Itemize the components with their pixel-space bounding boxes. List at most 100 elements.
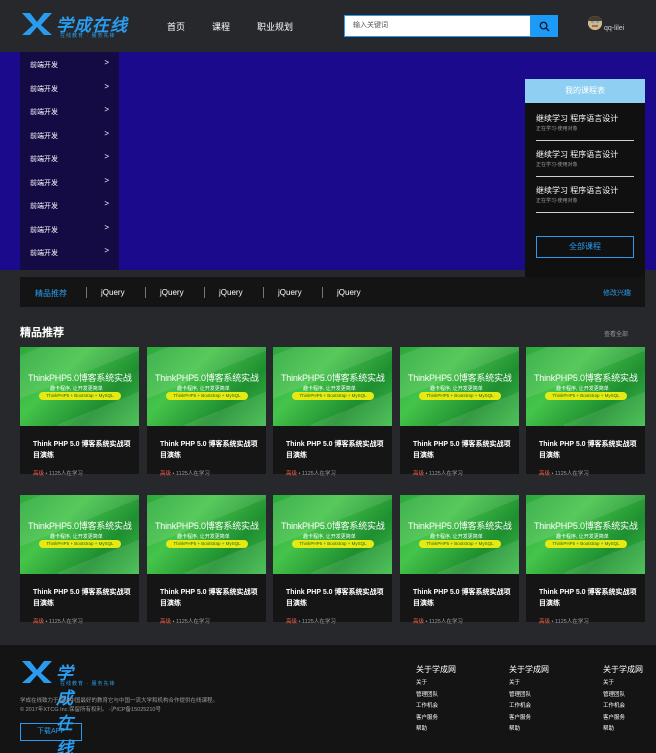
course-card[interactable]: ThinkPHP5.0博客系统实战 趣卡程序, 让开发更简单 ThinkPHP5 +… xyxy=(400,495,519,625)
course-meta: 高级 • 1125人在学习 xyxy=(413,617,463,625)
learner-count: • 1125人在学习 xyxy=(297,619,336,625)
thumbnail-title: ThinkPHP5.0博客系统实战 xyxy=(408,373,512,383)
side-menu-item[interactable]: 前端开发 > xyxy=(20,217,119,241)
footer-link[interactable]: 工作机会 xyxy=(509,701,559,713)
footer-link[interactable]: 工作机会 xyxy=(603,701,653,713)
course-thumbnail[interactable]: ThinkPHP5.0博客系统实战 趣卡程序, 让开发更简单 ThinkPHP5 +… xyxy=(147,347,266,426)
search-button[interactable] xyxy=(531,15,558,37)
footer-link[interactable]: 帮助 xyxy=(416,724,466,736)
course-thumbnail[interactable]: ThinkPHP5.0博客系统实战 趣卡程序, 让开发更简单 ThinkPHP5 +… xyxy=(273,495,392,574)
tab-jquery[interactable]: jQuery xyxy=(101,288,125,297)
footer-link[interactable]: 管理团队 xyxy=(509,690,559,702)
learner-count: • 1125人在学习 xyxy=(297,471,336,477)
chevron-right-icon: > xyxy=(104,58,109,67)
tab-divider xyxy=(204,287,205,298)
tab-jquery[interactable]: jQuery xyxy=(160,288,184,297)
side-menu-item[interactable]: 前端开发 > xyxy=(20,240,119,264)
course-card[interactable]: ThinkPHP5.0博客系统实战 趣卡程序, 让开发更简单 ThinkPHP5 +… xyxy=(147,347,266,477)
course-title[interactable]: Think PHP 5.0 博客系统实战项目演练 xyxy=(160,587,260,609)
download-app-button[interactable]: 下载APP xyxy=(20,723,82,741)
course-thumbnail[interactable]: ThinkPHP5.0博客系统实战 趣卡程序, 让开发更简单 ThinkPHP5 +… xyxy=(20,495,139,574)
footer-link[interactable]: 关于 xyxy=(416,678,466,690)
view-all-link[interactable]: 查看全部 xyxy=(604,329,628,338)
site-logo[interactable]: 学成在线 在线教育 · 服务先锋 xyxy=(20,11,130,41)
thumbnail-title: ThinkPHP5.0博客系统实战 xyxy=(155,373,259,383)
footer-link[interactable]: 管理团队 xyxy=(416,690,466,702)
side-menu-item[interactable]: 前端开发 > xyxy=(20,52,119,76)
footer-link[interactable]: 客户服务 xyxy=(509,713,559,725)
course-title[interactable]: Think PHP 5.0 博客系统实战项目演练 xyxy=(286,587,386,609)
course-card[interactable]: ThinkPHP5.0博客系统实战 趣卡程序, 让开发更简单 ThinkPHP5 +… xyxy=(526,495,645,625)
course-card[interactable]: ThinkPHP5.0博客系统实战 趣卡程序, 让开发更简单 ThinkPHP5 +… xyxy=(273,495,392,625)
side-menu-item[interactable]: 前端开发 > xyxy=(20,99,119,123)
course-thumbnail[interactable]: ThinkPHP5.0博客系统实战 趣卡程序, 让开发更简单 ThinkPHP5 +… xyxy=(400,347,519,426)
thumbnail-subtitle: 趣卡程序, 让开发更简单 xyxy=(430,534,483,540)
side-menu-item[interactable]: 前端开发 > xyxy=(20,76,119,100)
side-menu-item[interactable]: 前端开发 > xyxy=(20,193,119,217)
course-card[interactable]: ThinkPHP5.0博客系统实战 趣卡程序, 让开发更简单 ThinkPHP5 +… xyxy=(526,347,645,477)
site-footer: 学成在线 在线教育 · 服务先锋 学成在线致力于普及中国最好的教育它与中国一流大… xyxy=(0,645,656,753)
username[interactable]: qq-lilei xyxy=(604,25,624,32)
course-card[interactable]: ThinkPHP5.0博客系统实战 趣卡程序, 让开发更简单 ThinkPHP5 +… xyxy=(20,495,139,625)
side-menu-item[interactable]: 前端开发 > xyxy=(20,170,119,194)
footer-link[interactable]: 客户服务 xyxy=(603,713,653,725)
footer-link[interactable]: 客户服务 xyxy=(416,713,466,725)
tab-featured[interactable]: 精品推荐 xyxy=(35,288,67,299)
course-thumbnail[interactable]: ThinkPHP5.0博客系统实战 趣卡程序, 让开发更简单 ThinkPHP5 +… xyxy=(526,347,645,426)
footer-link[interactable]: 工作机会 xyxy=(416,701,466,713)
course-title[interactable]: Think PHP 5.0 博客系统实战项目演练 xyxy=(413,439,513,461)
thumbnail-tag: ThinkPHP5 + Bootstrap + MySQL xyxy=(166,392,248,400)
tab-jquery[interactable]: jQuery xyxy=(219,288,243,297)
avatar[interactable] xyxy=(588,16,602,30)
learner-count: • 1125人在学习 xyxy=(171,471,210,477)
thumbnail-title: ThinkPHP5.0博客系统实战 xyxy=(534,373,638,383)
course-thumbnail[interactable]: ThinkPHP5.0博客系统实战 趣卡程序, 让开发更简单 ThinkPHP5 +… xyxy=(273,347,392,426)
learner-count: • 1125人在学习 xyxy=(424,619,463,625)
footer-link[interactable]: 关于 xyxy=(603,678,653,690)
footer-link[interactable]: 关于 xyxy=(509,678,559,690)
tab-jquery[interactable]: jQuery xyxy=(337,288,361,297)
course-thumbnail[interactable]: ThinkPHP5.0博客系统实战 趣卡程序, 让开发更简单 ThinkPHP5 +… xyxy=(20,347,139,426)
course-level: 高级 xyxy=(160,619,172,625)
course-meta: 高级 • 1125人在学习 xyxy=(160,469,210,477)
chevron-right-icon: > xyxy=(104,152,109,161)
all-courses-button[interactable]: 全部课程 xyxy=(536,236,634,258)
course-title[interactable]: Think PHP 5.0 博客系统实战项目演练 xyxy=(286,439,386,461)
course-item[interactable]: 继续学习 程序语言设计 正在学习-使用对象 xyxy=(536,183,634,213)
course-level: 高级 xyxy=(539,619,551,625)
course-title[interactable]: Think PHP 5.0 博客系统实战项目演练 xyxy=(539,439,639,461)
course-title[interactable]: Think PHP 5.0 博客系统实战项目演练 xyxy=(539,587,639,609)
footer-link[interactable]: 帮助 xyxy=(603,724,653,736)
course-thumbnail[interactable]: ThinkPHP5.0博客系统实战 趣卡程序, 让开发更简单 ThinkPHP5 +… xyxy=(400,495,519,574)
chevron-right-icon: > xyxy=(104,128,109,138)
footer-link[interactable]: 帮助 xyxy=(509,724,559,736)
nav-courses[interactable]: 课程 xyxy=(212,20,230,33)
tab-jquery[interactable]: jQuery xyxy=(278,288,302,297)
course-item[interactable]: 继续学习 程序语言设计 正在学习-使用对象 xyxy=(536,111,634,141)
course-item[interactable]: 继续学习 程序语言设计 正在学习-使用对象 xyxy=(536,147,634,177)
course-title[interactable]: Think PHP 5.0 博客系统实战项目演练 xyxy=(160,439,260,461)
course-meta: 高级 • 1125人在学习 xyxy=(286,617,336,625)
course-title[interactable]: Think PHP 5.0 博客系统实战项目演练 xyxy=(33,587,133,609)
course-thumbnail[interactable]: ThinkPHP5.0博客系统实战 趣卡程序, 让开发更简单 ThinkPHP5 +… xyxy=(147,495,266,574)
course-card[interactable]: ThinkPHP5.0博客系统实战 趣卡程序, 让开发更简单 ThinkPHP5 +… xyxy=(273,347,392,477)
course-card[interactable]: ThinkPHP5.0博客系统实战 趣卡程序, 让开发更简单 ThinkPHP5 +… xyxy=(147,495,266,625)
tab-divider xyxy=(263,287,264,298)
footer-link[interactable]: 管理团队 xyxy=(603,690,653,702)
course-meta: 高级 • 1125人在学习 xyxy=(160,617,210,625)
thumbnail-tag: ThinkPHP5 + Bootstrap + MySQL xyxy=(39,392,121,400)
hero-banner: 前端开发 > 前端开发 > 前端开发 > 前端开发 > 前端开发 > 前端开发 > 前端开发… xyxy=(0,52,656,287)
side-menu-label: 前端开发 xyxy=(30,62,58,69)
course-thumbnail[interactable]: ThinkPHP5.0博客系统实战 趣卡程序, 让开发更简单 ThinkPHP5 +… xyxy=(526,495,645,574)
thumbnail-tag: ThinkPHP5 + Bootstrap + MySQL xyxy=(166,540,248,548)
course-title[interactable]: Think PHP 5.0 博客系统实战项目演练 xyxy=(33,439,133,461)
nav-career[interactable]: 职业规划 xyxy=(257,20,293,33)
nav-home[interactable]: 首页 xyxy=(167,20,185,33)
side-menu-item[interactable]: 前端开发 > xyxy=(20,146,119,170)
search-input[interactable]: 输入关键词 xyxy=(344,15,531,37)
course-card[interactable]: ThinkPHP5.0博客系统实战 趣卡程序, 让开发更简单 ThinkPHP5 +… xyxy=(20,347,139,477)
course-title[interactable]: Think PHP 5.0 博客系统实战项目演练 xyxy=(413,587,513,609)
course-card[interactable]: ThinkPHP5.0博客系统实战 趣卡程序, 让开发更简单 ThinkPHP5 +… xyxy=(400,347,519,477)
edit-interest-link[interactable]: 修改兴趣 xyxy=(603,288,631,298)
side-menu-item[interactable]: 前端开发 > xyxy=(20,123,119,147)
